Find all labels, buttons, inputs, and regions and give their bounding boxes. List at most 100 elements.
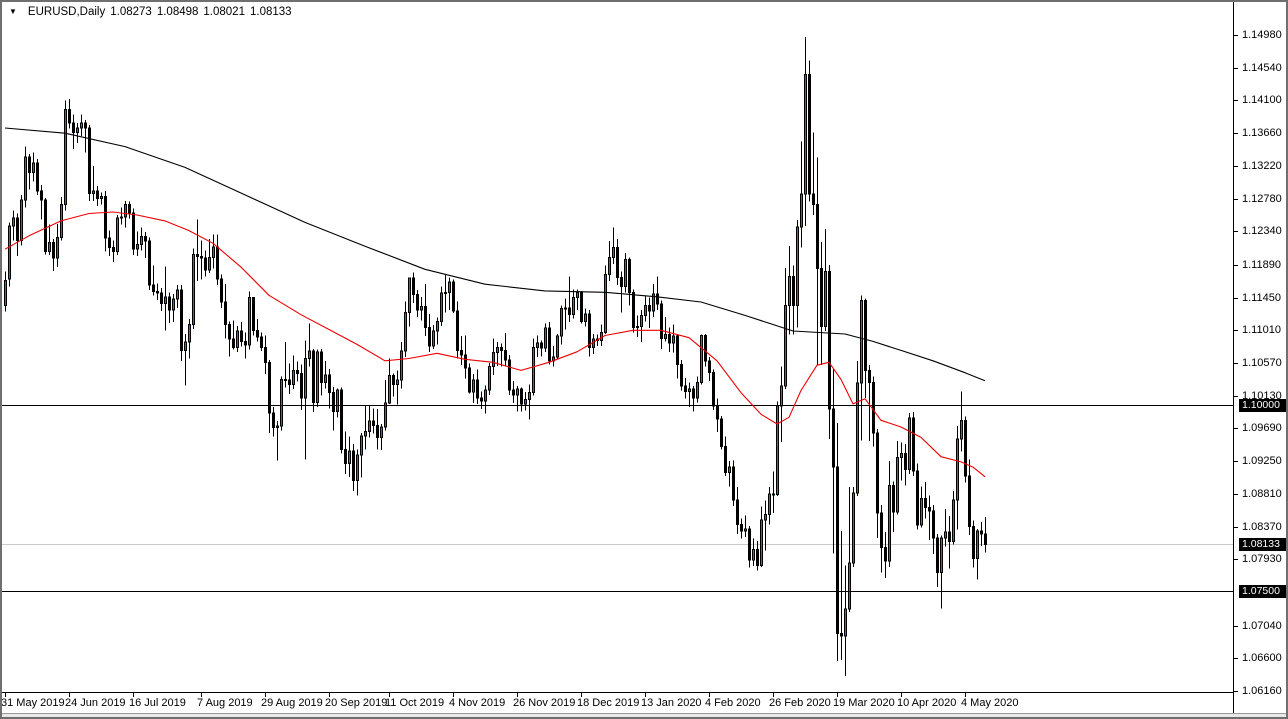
candle-bear [704,334,707,362]
candle-bull [396,379,399,386]
candle-bear [160,292,163,304]
candle-bear [980,530,983,535]
candle-bull [976,530,979,560]
candle-bear [864,300,867,371]
price-axis-label: 1.08370 [1242,521,1282,533]
candle-bull [844,608,847,637]
candle-bear [928,506,931,512]
candle-bull [92,190,95,194]
candle-bull [956,438,959,501]
candle-bear [680,363,683,387]
candle-bull [368,420,371,432]
candle-bull [728,466,731,473]
candle-bull [488,366,491,391]
candle-bear [352,450,355,482]
candle-bear [468,367,471,393]
candle-bear [580,291,583,322]
ohlc-close: 1.08133 [249,6,292,18]
candle-bull [32,162,35,174]
candle-bear [880,512,883,548]
candle-bull [664,334,667,339]
chart-canvas[interactable] [0,0,1233,692]
candle-bear [876,432,879,514]
collapse-chart-icon[interactable]: ▼ [9,7,17,16]
candle-bear [924,497,927,508]
candle-bear [216,246,219,280]
candle-bear [588,313,591,348]
candle-bear [412,277,415,296]
candle-bear [300,372,303,399]
candle-bull [768,493,771,516]
candle-bull [100,195,103,200]
candle-bull [360,435,363,456]
candle-bull [384,402,387,428]
candle-bull [612,247,615,258]
candle-bull [80,122,83,129]
candle-bear [984,533,987,545]
candle-bear [132,212,135,250]
candle-bull [76,127,79,133]
candle-bull [116,217,119,252]
price-axis-label: 1.09250 [1242,455,1282,467]
candle-bear [72,122,75,133]
candle-bear [684,385,687,392]
price-axis-label: 1.10570 [1242,357,1282,369]
price-axis-label: 1.14540 [1242,62,1282,74]
candle-bear [812,193,815,206]
price-axis-label: 1.11450 [1242,292,1281,304]
candle-bull [752,549,755,561]
candle-bull [380,426,383,438]
price-axis-label: 1.11890 [1242,259,1281,271]
price-axis-label: 1.13220 [1242,160,1282,172]
price-tick [1233,461,1238,462]
candle-bear [748,528,751,561]
time-axis-label: 10 Apr 2020 [897,697,957,709]
candle-bear [256,329,259,338]
window-border-top [0,0,1288,2]
candle-bear [620,276,623,287]
candle-bull [556,335,559,358]
time-axis-label: 26 Feb 2020 [769,697,831,709]
time-axis-label: 4 Nov 2019 [449,697,506,709]
candles-layer [4,37,987,677]
candle-bull [644,305,647,316]
candle-bull [292,369,295,386]
candle-bear [40,190,43,201]
candle-bull [56,236,59,259]
candle-bear [836,466,839,635]
candle-bear [540,342,543,349]
candle-bear [144,236,147,242]
candle-bear [732,466,735,501]
candle-bull [856,382,859,494]
candle-bear [376,424,379,438]
time-axis-separator [2,692,1233,693]
candle-bear [632,291,635,328]
candle-bear [884,546,887,562]
price-axis-separator [1233,2,1234,713]
candle-bull [940,537,943,574]
candle-bear [344,448,347,464]
price-tick [1233,626,1238,627]
price-axis-label: 1.07040 [1242,620,1282,632]
candle-bull [572,297,575,316]
candle-bull [436,320,439,332]
candle-bear [832,408,835,468]
candle-bear [568,307,571,316]
candle-bull [356,454,359,482]
candle-bear [772,493,775,496]
candle-bull [64,108,67,206]
candle-bear [332,392,335,412]
candle-bear [244,340,247,346]
candle-bear [416,294,419,311]
candle-bull [280,378,283,427]
time-axis-label: 7 Aug 2019 [197,697,253,709]
candle-bull [796,226,799,307]
candle-bull [860,300,863,384]
candle-bear [708,360,711,374]
candle-bear [272,412,275,429]
candle-bull [604,273,607,334]
candle-bull [448,281,451,293]
candle-bear [520,388,523,405]
candle-bull [524,398,527,405]
candle-bear [28,156,31,174]
